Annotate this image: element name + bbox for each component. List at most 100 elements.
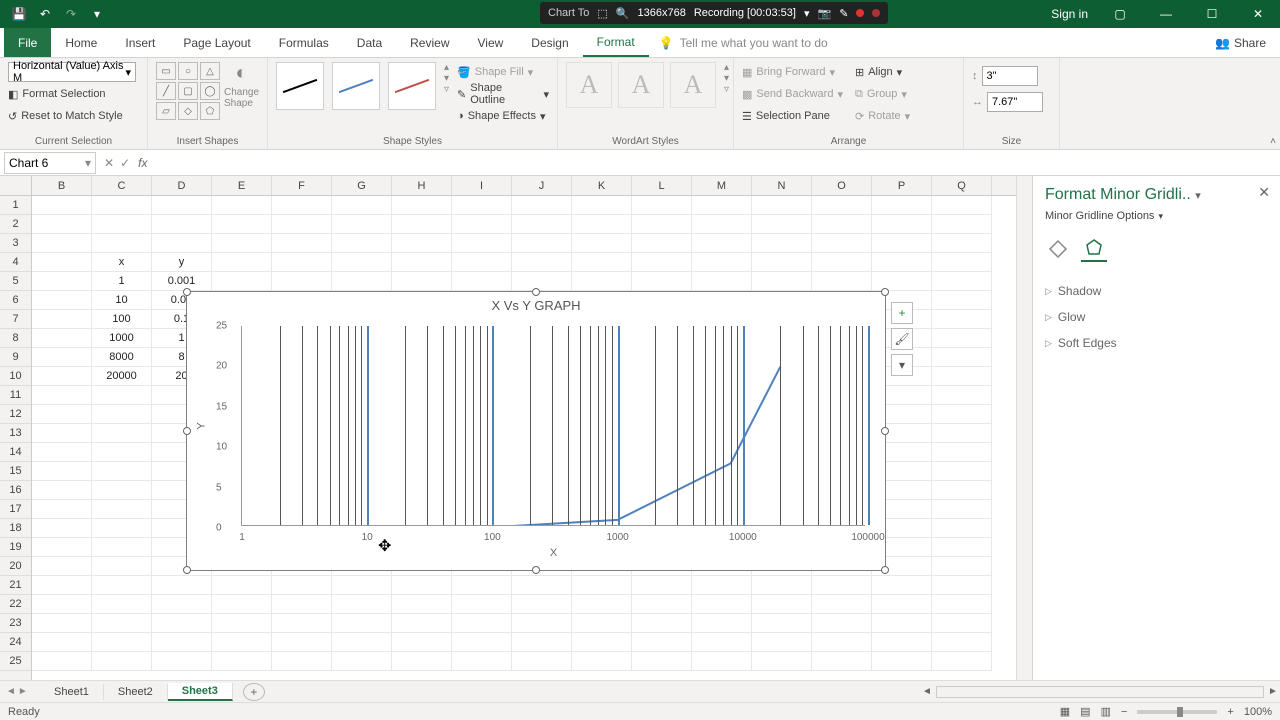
sheet-tab-2[interactable]: Sheet2 [104,684,168,700]
row-header[interactable]: 5 [0,272,31,291]
cell[interactable] [872,215,932,234]
fx-icon[interactable]: fx [138,156,147,170]
pencil-icon[interactable]: ✎ [839,7,848,20]
row-header[interactable]: 24 [0,633,31,652]
cell[interactable] [392,253,452,272]
row-header[interactable]: 2 [0,215,31,234]
row-header[interactable]: 20 [0,557,31,576]
section-soft-edges[interactable]: ▷Soft Edges [1045,330,1268,356]
cell[interactable] [152,215,212,234]
cell[interactable] [332,215,392,234]
minor-gridline[interactable] [723,326,724,525]
cell[interactable] [392,595,452,614]
cell[interactable] [932,424,992,443]
minor-gridline[interactable] [605,326,606,525]
row-header[interactable]: 10 [0,367,31,386]
cell[interactable]: 20000 [92,367,152,386]
cell[interactable] [92,196,152,215]
cell[interactable] [392,272,452,291]
cell[interactable] [32,310,92,329]
cell[interactable] [932,443,992,462]
cell[interactable] [332,253,392,272]
cell[interactable] [272,576,332,595]
column-header[interactable]: L [632,176,692,195]
record-icon[interactable] [856,9,864,17]
column-header[interactable]: I [452,176,512,195]
taskpane-close-icon[interactable]: ✕ [1258,184,1270,201]
cell[interactable] [152,652,212,671]
cell[interactable] [212,234,272,253]
minor-gridline[interactable] [302,326,303,525]
chart-object[interactable]: + 🖌 ▾ X Vs Y GRAPH X Y 05101520251101001… [186,291,886,571]
cell[interactable] [872,234,932,253]
cell[interactable] [812,576,872,595]
zoom-in-icon[interactable]: + [1227,706,1233,718]
name-box[interactable]: Chart 6▾ [4,152,96,174]
cell[interactable] [32,291,92,310]
cell[interactable] [452,253,512,272]
cell[interactable] [872,633,932,652]
tab-view[interactable]: View [464,28,518,57]
cell[interactable] [392,234,452,253]
cell[interactable] [272,272,332,291]
cell[interactable] [32,443,92,462]
cell[interactable] [572,595,632,614]
view-layout-icon[interactable]: ▤ [1080,705,1090,718]
effects-tab-icon[interactable] [1081,236,1107,262]
cell[interactable] [152,614,212,633]
row-header[interactable]: 22 [0,595,31,614]
minor-gridline[interactable] [465,326,466,525]
cell[interactable] [212,614,272,633]
column-header[interactable]: N [752,176,812,195]
cell[interactable] [152,595,212,614]
cell[interactable] [872,272,932,291]
view-normal-icon[interactable]: ▦ [1060,705,1070,718]
sheet-nav-next-icon[interactable]: ► [18,686,28,697]
minor-gridline[interactable] [840,326,841,525]
cell[interactable] [512,633,572,652]
cell[interactable] [32,253,92,272]
cell[interactable] [692,633,752,652]
minor-gridline[interactable] [705,326,706,525]
add-sheet-button[interactable]: + [243,683,265,701]
cell[interactable] [692,234,752,253]
maximize-icon[interactable]: ☐ [1190,0,1234,28]
cancel-formula-icon[interactable]: ✕ [104,156,114,170]
row-header[interactable]: 12 [0,405,31,424]
minor-gridline[interactable] [280,326,281,525]
column-header[interactable]: B [32,176,92,195]
tab-insert[interactable]: Insert [111,28,169,57]
cell[interactable] [572,253,632,272]
cell[interactable] [632,576,692,595]
cell[interactable] [32,405,92,424]
cell[interactable] [812,652,872,671]
tab-page-layout[interactable]: Page Layout [169,28,264,57]
minor-gridline[interactable] [715,326,716,525]
cell[interactable] [272,215,332,234]
row-header[interactable]: 17 [0,500,31,519]
cell[interactable] [332,576,392,595]
cell[interactable] [872,614,932,633]
cell[interactable] [752,234,812,253]
minor-gridline[interactable] [818,326,819,525]
cell[interactable] [392,576,452,595]
row-header[interactable]: 7 [0,310,31,329]
minor-gridline[interactable] [405,326,406,525]
minor-gridline[interactable] [737,326,738,525]
cell[interactable] [572,272,632,291]
cell[interactable] [392,215,452,234]
cell[interactable] [32,614,92,633]
sign-in-link[interactable]: Sign in [1051,7,1088,21]
minor-gridline[interactable] [427,326,428,525]
cell[interactable] [92,614,152,633]
cell[interactable] [32,234,92,253]
minor-gridline[interactable] [455,326,456,525]
close-icon[interactable]: ✕ [1236,0,1280,28]
cell[interactable] [452,576,512,595]
camera-icon[interactable]: 📷 [817,7,831,20]
minor-gridline[interactable] [530,326,531,525]
minor-gridline[interactable] [731,326,732,525]
cell[interactable] [632,196,692,215]
minor-gridline[interactable] [330,326,331,525]
cell[interactable] [32,576,92,595]
